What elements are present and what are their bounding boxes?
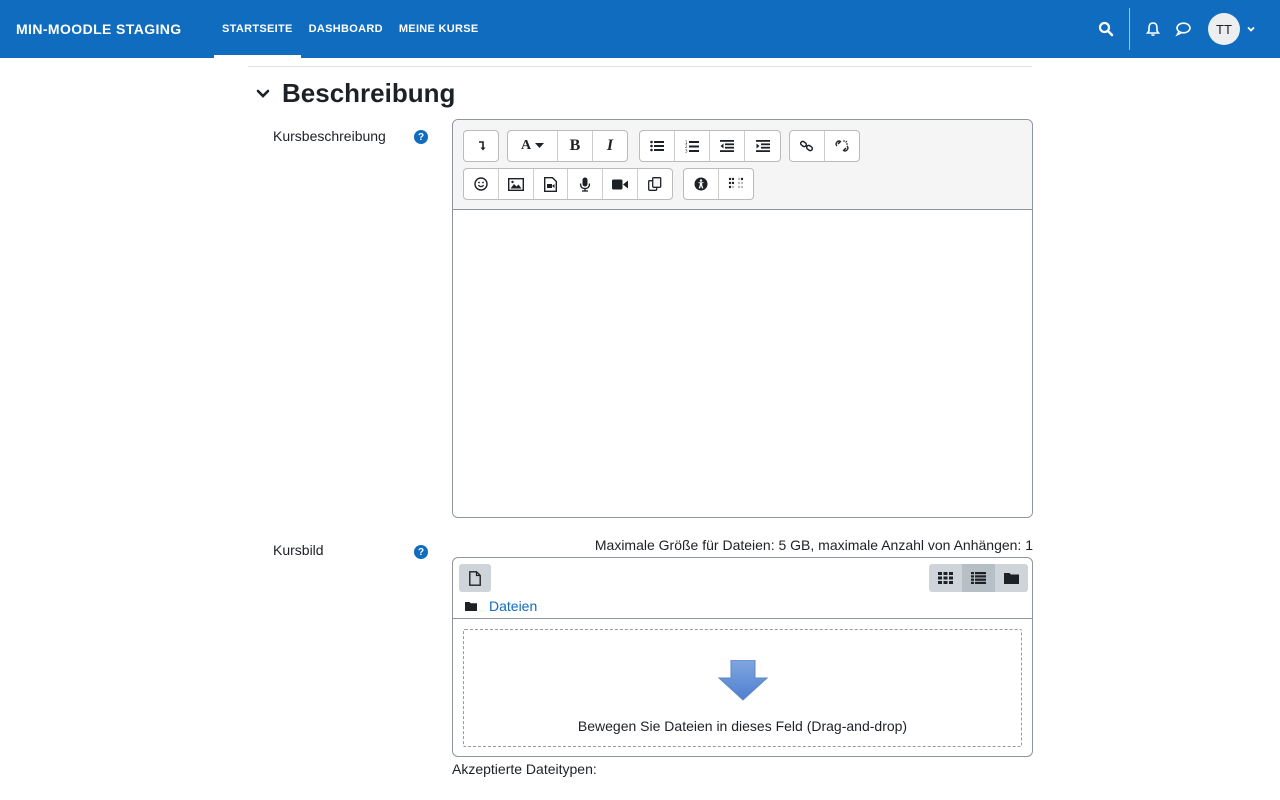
- toolbar-group-links: [789, 130, 860, 162]
- folder-icon: [465, 602, 477, 611]
- link-icon[interactable]: [790, 131, 825, 161]
- file-icon: [469, 570, 481, 586]
- emoji-icon[interactable]: [464, 169, 499, 199]
- accessibility-checker-icon[interactable]: [684, 169, 719, 199]
- section-divider: [248, 66, 1032, 67]
- indent-icon[interactable]: [745, 131, 780, 161]
- unlink-icon[interactable]: [825, 131, 859, 161]
- drop-arrow-icon: [717, 660, 769, 701]
- list-view-icon[interactable]: [962, 564, 995, 592]
- drop-zone-text: Bewegen Sie Dateien in dieses Feld (Drag…: [577, 718, 908, 734]
- chevron-down-icon[interactable]: [256, 88, 270, 100]
- breadcrumb-files-link[interactable]: Dateien: [489, 598, 537, 614]
- nav-link-meine-kurse[interactable]: MEINE KURSE: [391, 0, 487, 58]
- site-brand[interactable]: MIN-MOODLE STAGING: [16, 21, 214, 37]
- toolbar-group-media: [463, 168, 673, 200]
- svg-text:3: 3: [685, 148, 688, 153]
- section-header[interactable]: Beschreibung: [256, 78, 455, 109]
- media-icon[interactable]: [534, 169, 568, 199]
- file-limits-info: Maximale Größe für Dateien: 5 GB, maxima…: [594, 537, 1033, 553]
- copy-files-icon[interactable]: [638, 169, 672, 199]
- collapse-icon[interactable]: [464, 131, 498, 161]
- help-icon[interactable]: ?: [414, 130, 428, 144]
- editor-toolbar: A B I 123: [453, 120, 1032, 210]
- nav-divider: [1129, 8, 1130, 50]
- folder-view-icon[interactable]: [995, 564, 1028, 592]
- chevron-down-icon[interactable]: [1246, 20, 1256, 38]
- course-description-label: Kursbeschreibung: [273, 128, 386, 144]
- toolbar-group-collapse: [463, 130, 499, 162]
- drop-zone[interactable]: Bewegen Sie Dateien in dieses Feld (Drag…: [463, 629, 1022, 747]
- toolbar-group-style: A B I: [507, 130, 628, 162]
- breadcrumb: Dateien: [465, 598, 537, 614]
- toolbar-group-accessibility: [683, 168, 754, 200]
- help-icon[interactable]: ?: [414, 545, 428, 559]
- nav-link-dashboard[interactable]: DASHBOARD: [301, 0, 391, 58]
- bell-icon[interactable]: [1142, 18, 1164, 40]
- section-title: Beschreibung: [282, 78, 456, 108]
- unordered-list-icon[interactable]: [640, 131, 675, 161]
- top-navbar: MIN-MOODLE STAGING STARTSEITE DASHBOARD …: [0, 0, 1280, 58]
- nav-actions: TT: [1095, 0, 1256, 58]
- outdent-icon[interactable]: [710, 131, 745, 161]
- microphone-icon[interactable]: [568, 169, 603, 199]
- italic-button[interactable]: I: [593, 131, 627, 161]
- nav-link-startseite[interactable]: STARTSEITE: [214, 0, 301, 58]
- file-picker-divider: [453, 618, 1032, 619]
- ordered-list-icon[interactable]: 123: [675, 131, 710, 161]
- dropdown-caret-icon: [535, 143, 545, 148]
- font-style-label: A: [520, 138, 532, 153]
- search-icon[interactable]: [1095, 18, 1117, 40]
- toolbar-group-lists: 123: [639, 130, 781, 162]
- grid-view-icon[interactable]: [929, 564, 962, 592]
- accepted-file-types: Akzeptierte Dateitypen:: [452, 761, 597, 777]
- screenreader-helper-icon[interactable]: [719, 169, 753, 199]
- chat-icon[interactable]: [1172, 18, 1194, 40]
- rich-text-editor: A B I 123: [452, 119, 1033, 518]
- file-picker: Dateien Bewegen Sie Dateien in dieses Fe…: [452, 557, 1033, 757]
- editor-content-area[interactable]: [453, 210, 1032, 517]
- view-switcher: [929, 564, 1028, 592]
- add-file-button[interactable]: [459, 564, 491, 592]
- primary-nav: STARTSEITE DASHBOARD MEINE KURSE: [214, 0, 487, 58]
- video-camera-icon[interactable]: [603, 169, 638, 199]
- avatar[interactable]: TT: [1208, 13, 1240, 45]
- bold-button[interactable]: B: [558, 131, 593, 161]
- course-image-label: Kursbild: [273, 542, 324, 558]
- font-style-button[interactable]: A: [508, 131, 558, 161]
- image-icon[interactable]: [499, 169, 534, 199]
